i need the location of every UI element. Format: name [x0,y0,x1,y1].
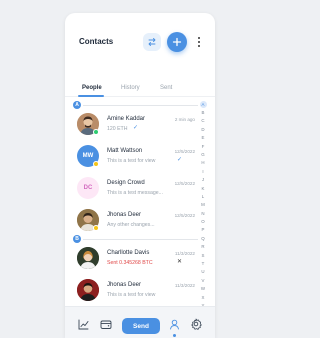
bottom-navigation: Send [65,306,215,338]
active-tab-indicator [78,95,104,97]
alphabet-letter[interactable]: R [201,243,204,251]
contact-name: Jhonas Deer [107,282,142,288]
contact-subtitle: 120 ETH [107,126,128,132]
contact-subtitle: This is a test message... [107,190,163,196]
swap-button[interactable] [143,33,161,51]
contact-name: Amine Kaddar [107,116,146,122]
alphabet-letter[interactable]: K [202,185,205,193]
avatar-photo-icon [77,247,99,269]
contact-row[interactable]: Jhonas Deer This is a test for view 11/3… [73,276,199,306]
chart-icon[interactable] [77,318,89,330]
contact-subtitle: This is a test for view [107,292,156,298]
check-icon: ✓ [133,125,139,131]
tab-history[interactable]: History [121,85,140,91]
alphabet-letter[interactable]: D [201,126,204,134]
online-status-dot [93,129,99,135]
contact-row[interactable]: DC Design Crowd This is a test message..… [73,174,199,204]
contact-name: Design Crowd [107,180,145,186]
contact-subtitle: Sent 0.345268 BTC [107,260,153,266]
alphabet-letter[interactable]: N [201,210,204,218]
alphabet-letter[interactable]: E [202,134,205,142]
alphabet-letter[interactable]: O [201,218,204,226]
contact-row[interactable]: Charllotte Davis Sent 0.345268 BTC 11/3/… [73,244,199,274]
tab-bar: People History Sent [65,83,215,97]
alphabet-letter[interactable]: H [201,159,204,167]
contact-subtitle: Any other changes... [107,222,155,228]
header: Contacts [65,13,215,71]
section-letter-b: B [73,235,81,243]
add-contact-button[interactable] [167,32,187,52]
away-status-dot [93,161,99,167]
more-dot-icon [198,41,200,43]
more-menu-button[interactable] [197,37,201,47]
contact-row[interactable]: MW Matt Wattson This is a test for view … [73,142,199,172]
alphabet-letter[interactable]: F [202,143,205,151]
contact-time: 12/5/2022 [174,213,195,218]
contact-time: 11/3/2022 [174,283,195,288]
alphabet-letter[interactable]: G [201,151,204,159]
contact-time: 12/5/2022 [174,181,195,186]
contact-name: Jhonas Deer [107,212,142,218]
send-button[interactable]: Send [122,318,160,334]
avatar: DC [77,177,99,199]
away-status-dot [93,225,99,231]
alphabet-letter[interactable]: A [199,101,207,108]
section-divider [83,105,198,106]
alphabet-letter[interactable]: X [202,294,205,302]
more-dot-icon [198,37,200,39]
plus-icon [172,37,182,47]
alphabet-letter[interactable]: P [202,226,205,234]
tab-sent[interactable]: Sent [160,85,172,91]
alphabet-letter[interactable]: U [201,268,204,276]
contact-subtitle: This is a test for view [107,158,156,164]
tab-people[interactable]: People [82,85,102,91]
contact-row[interactable]: Jhonas Deer Any other changes... 12/5/20… [73,206,199,236]
alphabet-letter[interactable]: B [202,109,205,117]
user-icon[interactable] [168,318,180,330]
contact-name: Charllotte Davis [107,250,150,256]
more-dot-icon [198,45,200,47]
contact-time: 12/5/2022 [174,149,195,154]
avatar-photo-icon [77,279,99,301]
alphabet-letter[interactable]: Q [201,235,204,243]
wallet-icon[interactable] [100,318,112,330]
check-icon: ✓ [177,157,183,163]
section-letter-a: A [73,101,81,109]
app-window: Contacts People History Sent A Amine Kad… [65,13,215,338]
contact-time: 11/3/2022 [174,251,195,256]
swap-icon [148,38,156,46]
alphabet-letter[interactable]: V [202,277,205,285]
alphabet-letter[interactable]: J [202,176,204,184]
contact-name: Matt Wattson [107,148,143,154]
alphabet-letter[interactable]: W [201,285,205,293]
alphabet-letter[interactable]: S [202,252,205,260]
alphabet-letter[interactable]: C [201,117,204,125]
avatar [77,247,99,269]
alphabet-letter[interactable]: L [202,193,204,201]
contact-row[interactable]: Amine Kaddar 120 ETH 2 min ago ✓ [73,110,199,140]
page-title: Contacts [79,37,114,46]
settings-icon[interactable] [190,318,202,330]
avatar [77,279,99,301]
section-divider [83,239,198,240]
contact-time: 2 min ago [174,117,195,122]
alphabet-letter[interactable]: I [202,168,203,176]
close-icon: ✕ [177,259,183,265]
alphabet-letter[interactable]: M [201,201,205,209]
alphabet-index[interactable]: ABCDEFGHIJKLMNOPQRSTUVWXYZ [199,101,207,319]
active-nav-indicator [173,334,176,337]
alphabet-letter[interactable]: T [202,260,205,268]
